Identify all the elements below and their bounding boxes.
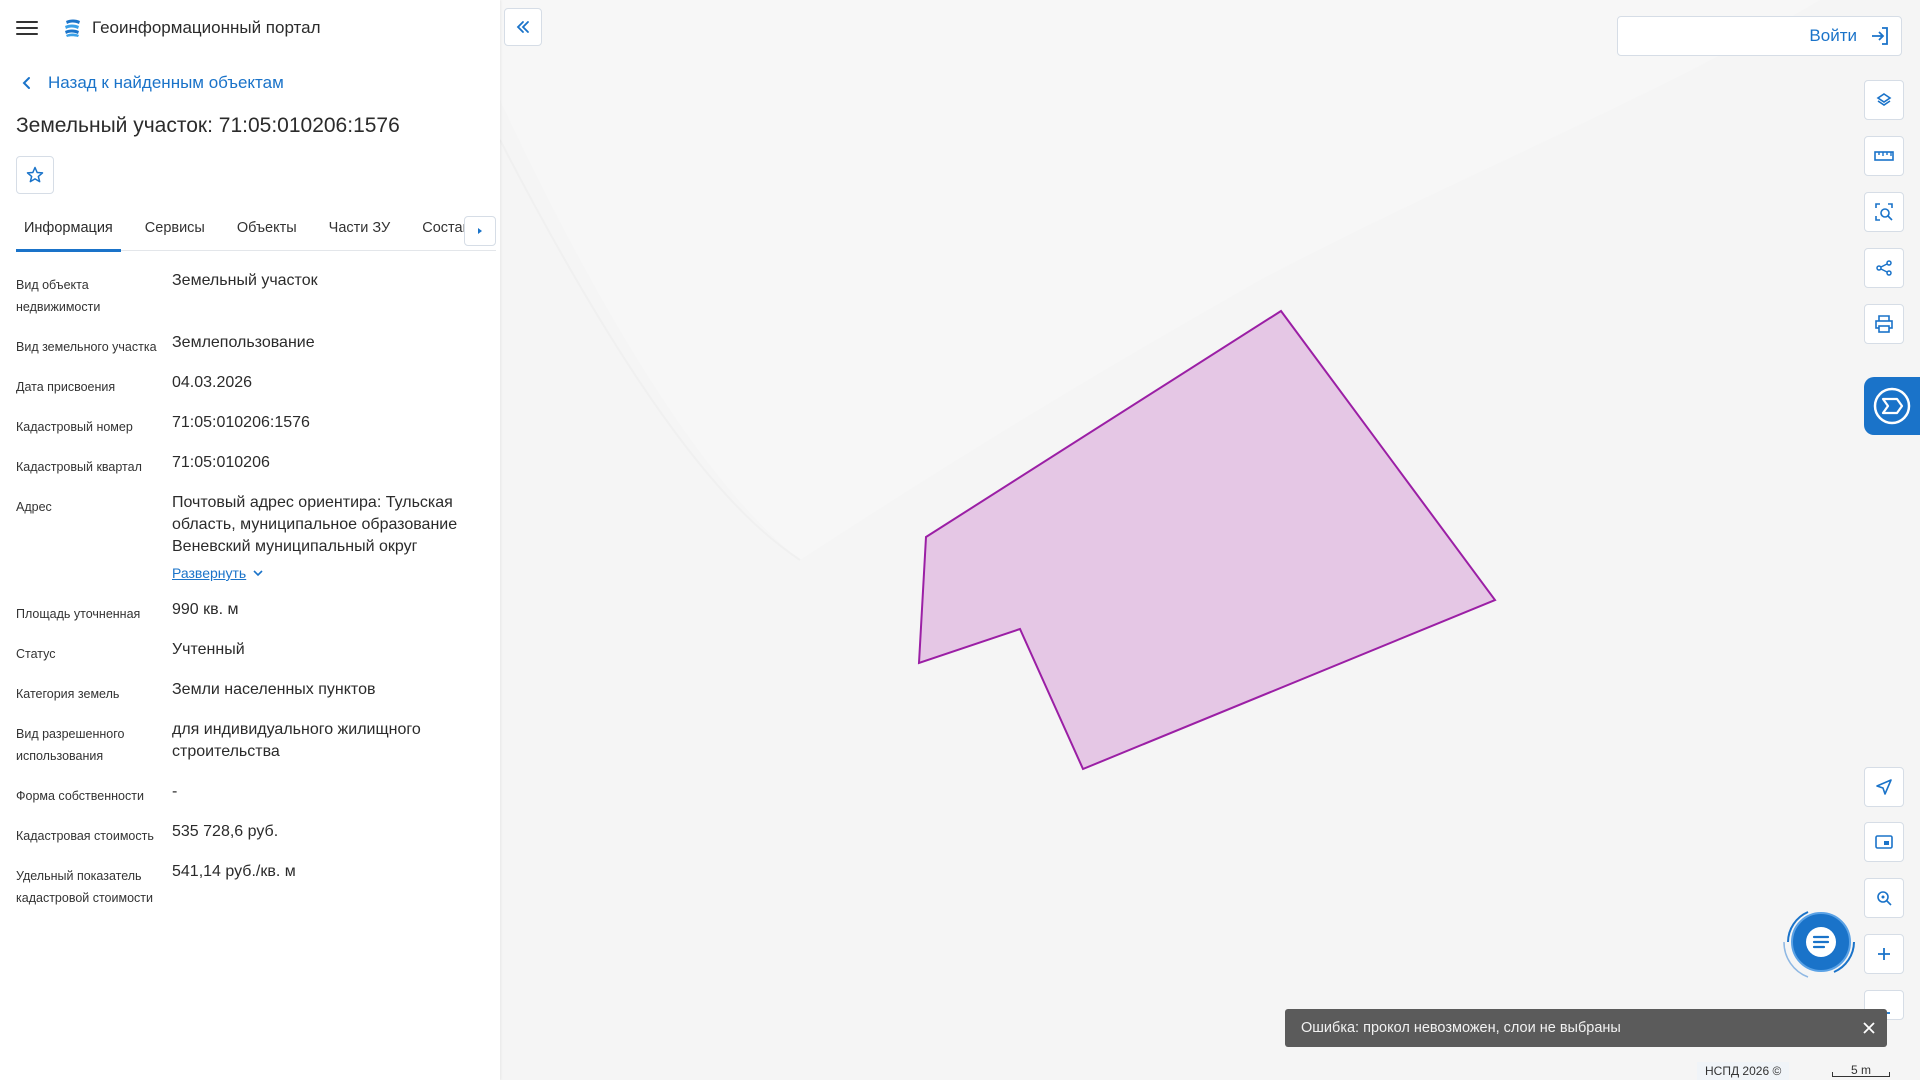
field-ownership: Форма собственности -	[16, 781, 486, 807]
top-search-bar: Войти	[1617, 16, 1902, 56]
login-icon	[1872, 27, 1888, 45]
field-label: Статус	[16, 647, 56, 661]
field-object-type: Вид объекта недвижимости Земельный участ…	[16, 270, 486, 318]
area-search-icon	[1875, 203, 1893, 221]
field-area: Площадь уточненная 990 кв. м	[16, 599, 486, 625]
field-cadastral-quarter: Кадастровый квартал 71:05:010206	[16, 452, 486, 478]
double-chevron-left-icon	[516, 21, 529, 33]
tabs-scroll-right-button[interactable]	[464, 216, 496, 246]
minimap-icon	[1875, 835, 1893, 849]
map-layer	[500, 0, 1920, 771]
field-value: Земли населенных пунктов	[172, 681, 376, 698]
star-icon	[26, 166, 44, 183]
field-permitted-use: Вид разрешенного использования для индив…	[16, 719, 486, 767]
location-search-button[interactable]	[1864, 878, 1904, 918]
field-value: Почтовый адрес ориентира: Тульская облас…	[172, 494, 458, 555]
map-scale: 5 m	[1832, 1063, 1890, 1077]
ruler-button[interactable]	[1864, 136, 1904, 176]
layers-icon	[1876, 93, 1892, 106]
map-attribution: НСПД 2026 ©	[1697, 1062, 1790, 1080]
minimap-button[interactable]	[1864, 822, 1904, 862]
field-value: 71:05:010206	[172, 454, 270, 471]
back-link-label: Назад к найденным объектам	[48, 73, 284, 92]
field-status: Статус Учтенный	[16, 639, 486, 665]
zoom-in-button[interactable]	[1864, 934, 1904, 974]
field-value: для индивидуального жилищного строительс…	[172, 721, 421, 760]
field-value: Землепользование	[172, 334, 315, 351]
login-button[interactable]: Войти	[1809, 25, 1891, 47]
toast-message: Ошибка: прокол невозможен, слои не выбра…	[1301, 1020, 1621, 1036]
field-label: Кадастровый квартал	[16, 460, 142, 474]
field-value: 535 728,6 руб.	[172, 823, 279, 840]
favorite-button[interactable]	[16, 156, 54, 194]
tab-parts[interactable]: Части ЗУ	[321, 214, 399, 249]
share-button[interactable]	[1864, 248, 1904, 288]
tab-info[interactable]: Информация	[16, 214, 121, 252]
app-title: Геоинформационный портал	[92, 18, 321, 37]
chat-button[interactable]	[1778, 899, 1864, 985]
field-address: Адрес Почтовый адрес ориентира: Тульская…	[16, 492, 486, 585]
field-label: Вид земельного участка	[16, 340, 157, 354]
error-toast: Ошибка: прокол невозможен, слои не выбра…	[1285, 1009, 1887, 1047]
chevron-down-icon	[253, 570, 263, 577]
field-value: Земельный участок	[172, 272, 318, 289]
field-label: Дата присвоения	[16, 380, 116, 394]
sidebar-panel: Геоинформационный портал Назад к найденн…	[0, 0, 500, 1080]
field-value: 04.03.2026	[172, 374, 253, 391]
map-canvas[interactable]	[500, 0, 1920, 1080]
field-value: 990 кв. м	[172, 601, 239, 618]
page-title: Земельный участок: 71:05:010206:1576	[16, 114, 400, 137]
layers-button[interactable]	[1864, 80, 1904, 120]
field-label: Форма собственности	[16, 789, 144, 803]
field-parcel-type: Вид земельного участка Землепользование	[16, 332, 486, 358]
property-fields: Вид объекта недвижимости Земельный участ…	[16, 270, 486, 923]
portal-logo-icon	[65, 19, 80, 37]
header: Геоинформационный портал	[0, 0, 500, 56]
zoom-in-icon	[1878, 948, 1890, 960]
gosuslugi-icon	[1873, 387, 1911, 425]
field-label: Категория земель	[16, 687, 120, 701]
print-icon	[1875, 315, 1893, 333]
field-label: Площадь уточненная	[16, 607, 141, 621]
field-cadastral-value: Кадастровая стоимость 535 728,6 руб.	[16, 821, 486, 847]
field-label: Адрес	[16, 500, 52, 514]
caret-right-icon	[478, 228, 482, 234]
field-land-category: Категория земель Земли населенных пункто…	[16, 679, 486, 705]
location-search-icon	[1877, 891, 1892, 906]
field-value: 71:05:010206:1576	[172, 414, 310, 431]
field-assign-date: Дата присвоения 04.03.2026	[16, 372, 486, 398]
navigate-icon	[1876, 779, 1892, 795]
share-icon	[1876, 260, 1892, 276]
field-value: -	[172, 783, 178, 800]
tab-objects[interactable]: Объекты	[229, 214, 305, 249]
menu-icon[interactable]	[16, 17, 38, 39]
scale-bar	[1832, 1072, 1890, 1077]
ruler-icon	[1874, 151, 1894, 161]
field-label: Удельный показатель кадастровой стоимост…	[16, 869, 153, 905]
chevron-left-icon	[22, 77, 30, 89]
back-to-results-link[interactable]: Назад к найденным объектам	[16, 72, 284, 94]
navigate-button[interactable]	[1864, 767, 1904, 807]
field-unit-value: Удельный показатель кадастровой стоимост…	[16, 861, 486, 909]
field-label: Вид объекта недвижимости	[16, 278, 101, 314]
close-icon[interactable]	[1861, 1020, 1877, 1036]
field-label: Вид разрешенного использования	[16, 727, 125, 763]
field-label: Кадастровый номер	[16, 420, 133, 434]
tab-bar: Информация Сервисы Объекты Части ЗУ Сост…	[16, 214, 496, 252]
tab-services[interactable]: Сервисы	[137, 214, 213, 249]
field-cadastral-number: Кадастровый номер 71:05:010206:1576	[16, 412, 486, 438]
login-label: Войти	[1809, 26, 1857, 45]
print-button[interactable]	[1864, 304, 1904, 344]
gosuslugi-feedback-button[interactable]	[1864, 377, 1920, 435]
expand-address-link[interactable]: Развернуть	[172, 562, 264, 584]
collapse-sidebar-button[interactable]	[504, 8, 542, 46]
field-value: Учтенный	[172, 641, 245, 658]
expand-label: Развернуть	[172, 565, 247, 581]
field-label: Кадастровая стоимость	[16, 829, 154, 843]
field-value: 541,14 руб./кв. м	[172, 863, 296, 880]
area-search-button[interactable]	[1864, 192, 1904, 232]
